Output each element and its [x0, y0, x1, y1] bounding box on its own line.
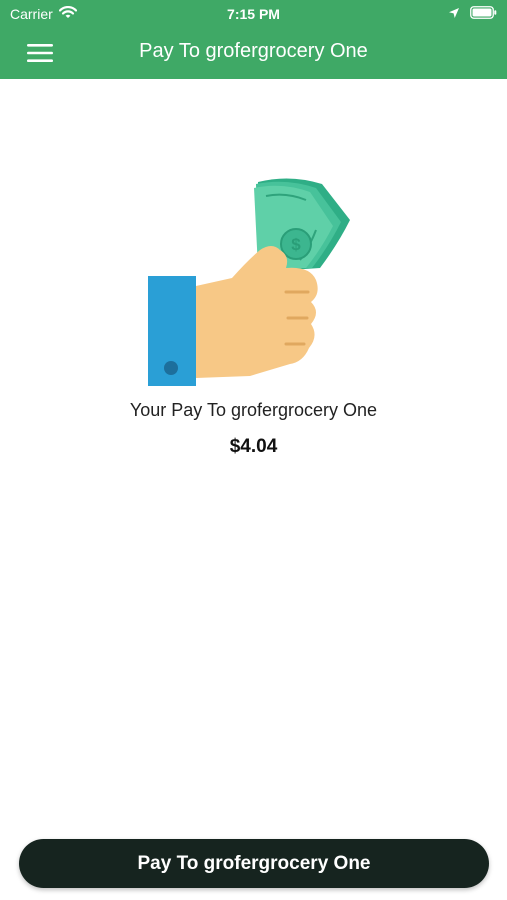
battery-icon: [470, 6, 497, 22]
nav-bar: Pay To grofergrocery One: [0, 28, 507, 79]
pay-amount: $4.04: [229, 436, 278, 457]
pay-button[interactable]: Pay To grofergrocery One: [19, 839, 489, 888]
status-time: 7:15 PM: [227, 6, 280, 22]
app-header: Carrier 7:15 PM Pay To grofergrocery One: [0, 0, 507, 79]
hand-holding-cash-icon: $: [140, 170, 360, 392]
page-title: Pay To grofergrocery One: [139, 40, 368, 62]
pay-caption: Your Pay To grofergrocery One: [129, 400, 378, 420]
status-indicators: [448, 6, 497, 22]
location-arrow-icon: [448, 6, 460, 22]
svg-text:$: $: [291, 235, 301, 254]
status-bar: Carrier 7:15 PM: [0, 0, 507, 28]
